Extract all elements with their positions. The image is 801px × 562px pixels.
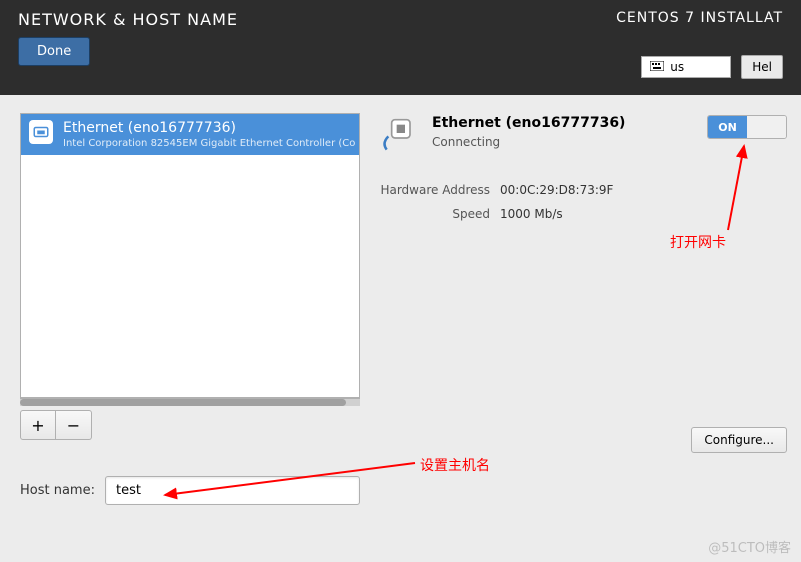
nic-listbox[interactable]: Ethernet (eno16777736) Intel Corporation… [20, 113, 360, 398]
speed-label: Speed [380, 207, 500, 221]
hw-address-label: Hardware Address [380, 183, 500, 197]
speed-value: 1000 Mb/s [500, 207, 563, 221]
nic-title: Ethernet (eno16777736) [63, 120, 355, 136]
header-bar: NETWORK & HOST NAME Done CENTOS 7 INSTAL… [0, 0, 801, 95]
product-label: CENTOS 7 INSTALLAT [616, 10, 783, 26]
keyboard-icon [650, 60, 664, 74]
help-button[interactable]: Hel [741, 55, 783, 79]
detail-status: Connecting [432, 135, 625, 149]
watermark: @51CTO博客 [708, 537, 791, 556]
ethernet-icon [29, 120, 53, 144]
keyboard-selector[interactable]: us [641, 56, 731, 78]
scrollbar[interactable] [20, 398, 360, 406]
keyboard-label: us [670, 60, 684, 74]
done-button[interactable]: Done [18, 37, 90, 66]
configure-button[interactable]: Configure... [691, 427, 787, 453]
nic-subtitle: Intel Corporation 82545EM Gigabit Ethern… [63, 138, 355, 149]
toggle-on-label: ON [708, 116, 747, 138]
hostname-input[interactable] [105, 476, 360, 505]
remove-interface-button[interactable]: − [56, 410, 92, 440]
toggle-off-label [747, 116, 786, 138]
network-toggle[interactable]: ON [707, 115, 787, 139]
hostname-label: Host name: [20, 483, 95, 498]
nic-item[interactable]: Ethernet (eno16777736) Intel Corporation… [21, 114, 359, 155]
add-interface-button[interactable]: + [20, 410, 56, 440]
ethernet-plug-icon [380, 113, 420, 153]
detail-title: Ethernet (eno16777736) [432, 115, 625, 131]
hw-address-value: 00:0C:29:D8:73:9F [500, 183, 613, 197]
